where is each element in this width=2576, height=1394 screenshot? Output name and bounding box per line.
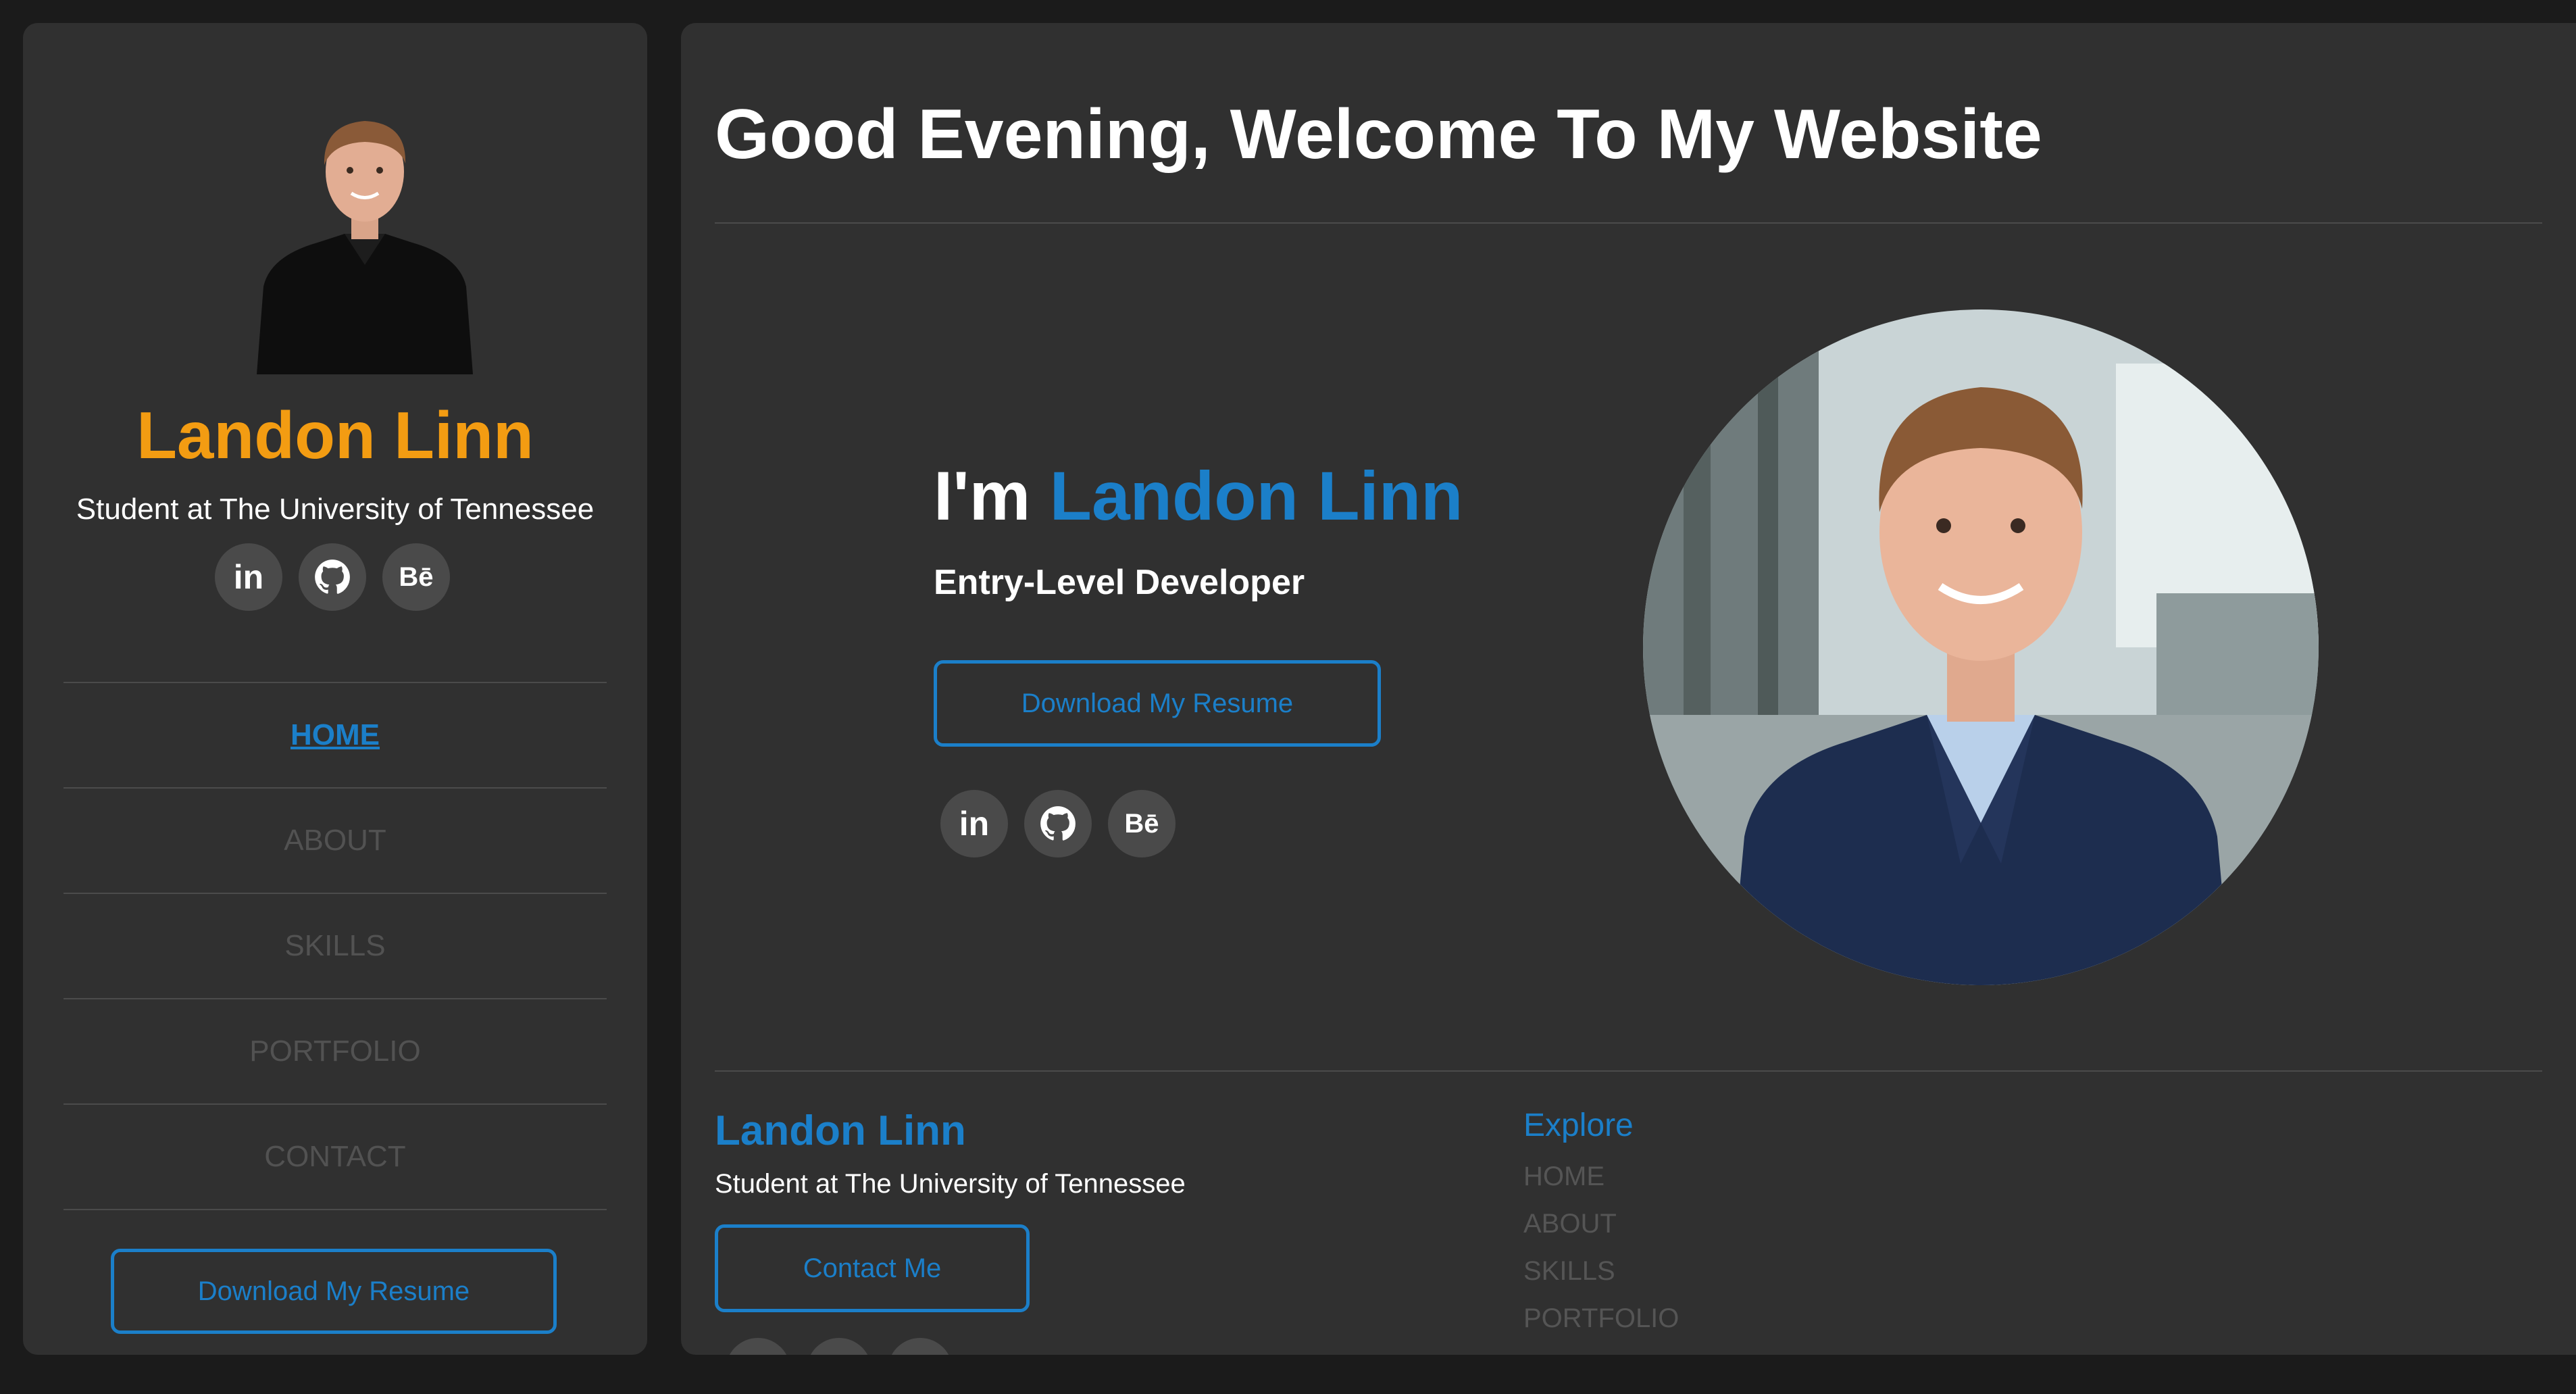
hero-heading: I'm Landon Linn [934,455,1609,537]
contact-me-button[interactable]: Contact Me [715,1224,1030,1312]
hero-download-resume-button[interactable]: Download My Resume [934,660,1381,747]
nav-item-portfolio[interactable]: PORTFOLIO [64,998,607,1103]
hero-portrait-photo [1643,309,2319,985]
header-divider [715,222,2542,224]
github-icon[interactable] [299,543,366,611]
nav-item-about[interactable]: ABOUT [64,787,607,893]
sidebar-download-resume-button[interactable]: Download My Resume [111,1249,557,1334]
hero-social-links: in Bē [940,790,1176,857]
main-content: Good Evening, Welcome To My Website I'm … [681,23,2576,1355]
github-icon[interactable] [1024,790,1092,857]
behance-glyph: Bē [1124,808,1159,839]
hero-heading-prefix: I'm [934,457,1050,534]
nav-item-skills[interactable]: SKILLS [64,893,607,998]
footer-explore: Explore HOME ABOUT SKILLS PORTFOLIO [1523,1104,1679,1342]
behance-icon[interactable] [888,1338,953,1355]
behance-icon[interactable]: Bē [1108,790,1176,857]
footer-name: Landon Linn [715,1107,966,1154]
profile-name: Landon Linn [136,398,534,472]
github-icon[interactable] [807,1338,872,1355]
footer-subtitle: Student at The University of Tennessee [715,1169,1186,1199]
linkedin-icon[interactable]: in [215,543,282,611]
sidebar-nav: HOME ABOUT SKILLS PORTFOLIO CONTACT [64,682,607,1210]
footer-link-portfolio[interactable]: PORTFOLIO [1523,1295,1679,1342]
nav-item-contact[interactable]: CONTACT [64,1103,607,1210]
behance-glyph: Bē [399,562,434,592]
footer-link-skills[interactable]: SKILLS [1523,1247,1679,1295]
footer-social-links [726,1338,953,1355]
portfolio-page: Landon Linn Student at The University of… [0,0,2576,1394]
sidebar-social-links: in Bē [215,543,450,611]
hero-heading-name: Landon Linn [1049,457,1463,534]
sidebar: Landon Linn Student at The University of… [23,23,647,1355]
profile-photo [243,84,486,374]
hero-intro: I'm Landon Linn Entry-Level Developer Do… [934,455,1609,857]
footer-link-home[interactable]: HOME [1523,1153,1679,1200]
hero-role: Entry-Level Developer [934,563,1305,602]
linkedin-icon[interactable] [726,1338,790,1355]
linkedin-icon[interactable]: in [940,790,1008,857]
explore-title: Explore [1523,1107,1634,1143]
github-glyph [315,559,350,594]
behance-icon[interactable]: Bē [382,543,450,611]
profile-subtitle: Student at The University of Tennessee [76,493,595,526]
footer-link-about[interactable]: ABOUT [1523,1200,1679,1247]
page-greeting: Good Evening, Welcome To My Website [715,95,2042,174]
nav-item-home[interactable]: HOME [64,682,607,787]
footer-divider [715,1070,2542,1072]
github-glyph [1040,806,1076,841]
linkedin-glyph: in [959,805,990,843]
linkedin-glyph: in [233,558,264,596]
